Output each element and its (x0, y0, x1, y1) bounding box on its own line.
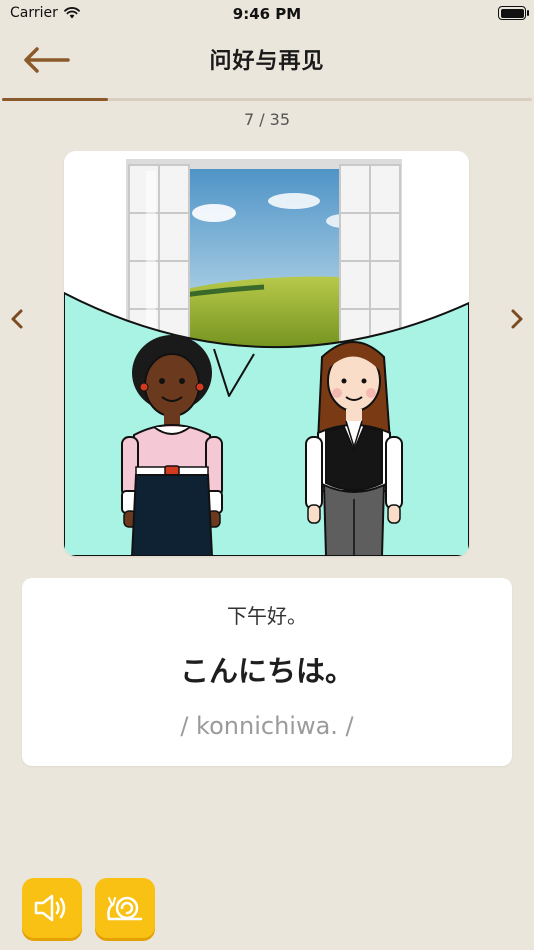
back-arrow-icon (24, 47, 70, 73)
phrase-card: 下午好。 こんにちは。 / konnichiwa. / (22, 578, 512, 766)
progress-fill (2, 98, 108, 101)
snail-icon (107, 896, 143, 921)
previous-card-button[interactable] (2, 302, 32, 336)
romaji-text: / konnichiwa. / (180, 712, 354, 740)
greeting-illustration (64, 151, 469, 556)
page-counter: 7 / 35 (243, 110, 291, 129)
back-button[interactable] (18, 40, 74, 80)
status-bar: Carrier 9:46 PM (0, 0, 534, 28)
next-card-button[interactable] (502, 302, 532, 336)
illustration-card (64, 151, 469, 556)
chevron-right-icon (511, 309, 523, 329)
lesson-progress-bar (2, 98, 532, 101)
japanese-phrase[interactable]: こんにちは。 (22, 648, 512, 690)
woman-left (121, 335, 223, 556)
battery-icon (498, 6, 529, 20)
play-audio-button[interactable] (22, 878, 82, 938)
chevron-left-icon (11, 309, 23, 329)
speaker-icon (34, 894, 66, 922)
play-slow-button[interactable] (95, 878, 155, 938)
translation-text: 下午好。 (227, 604, 307, 628)
status-time: 9:46 PM (232, 5, 302, 23)
nav-bar: 问好与再见 (0, 30, 534, 90)
page-title: 问好与再见 (209, 49, 325, 74)
